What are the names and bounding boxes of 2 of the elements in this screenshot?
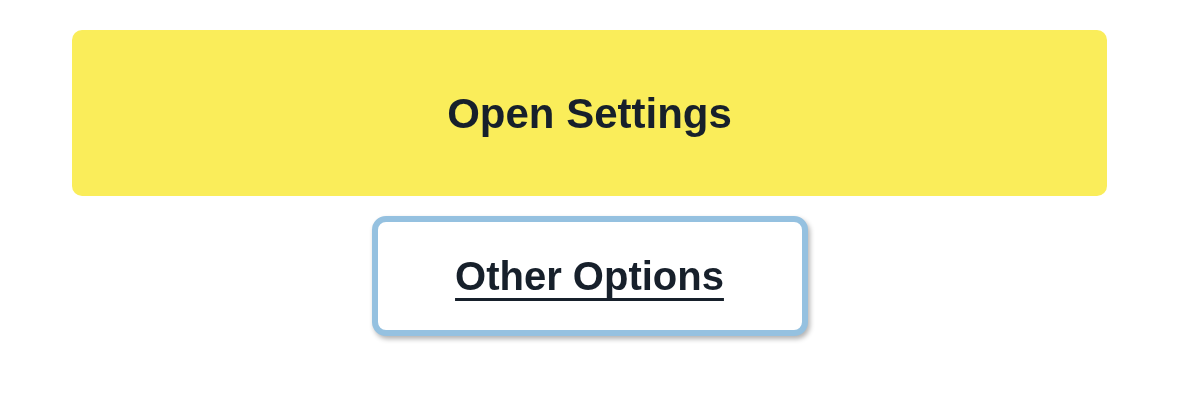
other-options-link[interactable]: Other Options xyxy=(371,216,808,336)
open-settings-button[interactable]: Open Settings xyxy=(72,30,1107,196)
